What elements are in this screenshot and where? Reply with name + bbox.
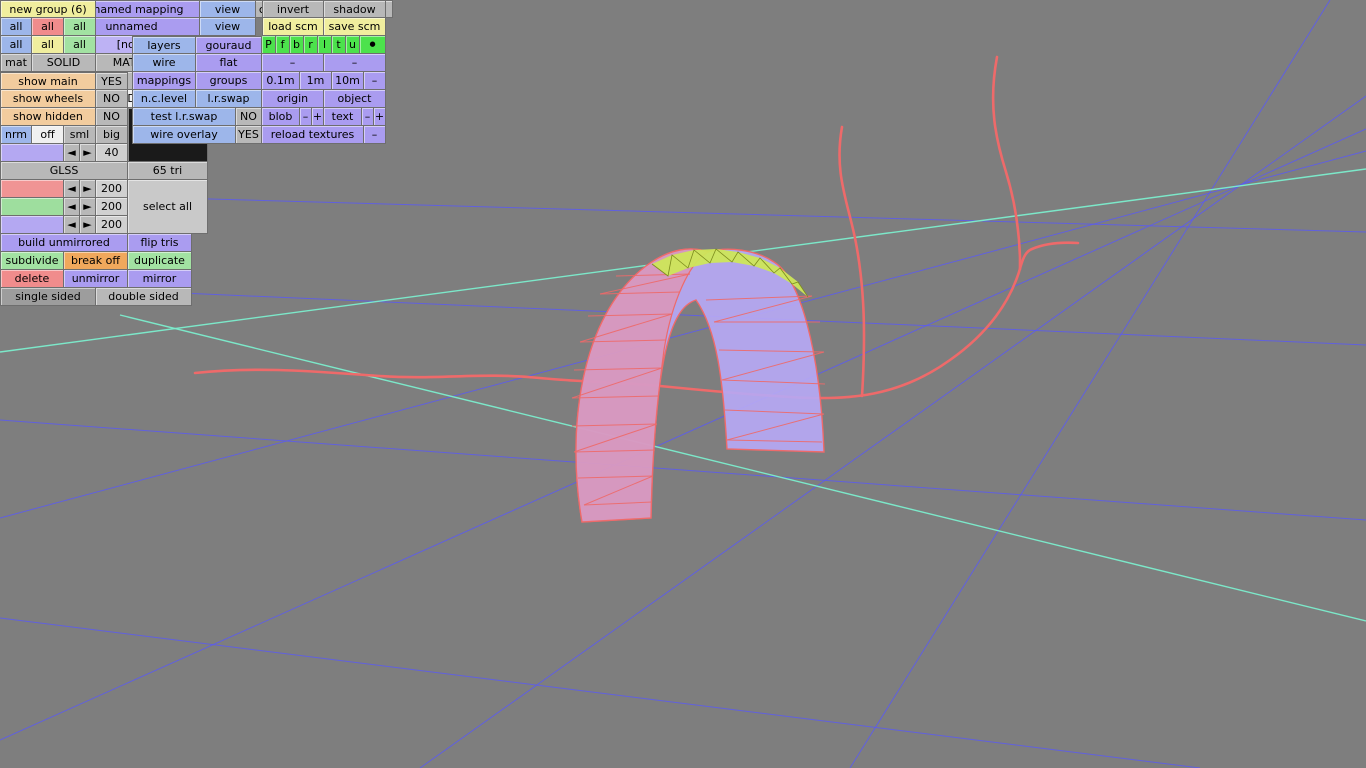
test-lr-swap-button[interactable]: test l.r.swap [132, 108, 236, 126]
nc-level-button[interactable]: n.c.level [132, 90, 196, 108]
view-p[interactable]: P [262, 36, 276, 54]
indicator-dot[interactable]: ● [360, 36, 386, 54]
material-tri-count: 65 tri [128, 162, 208, 180]
swatch-blue-channel[interactable] [0, 216, 64, 234]
grid-dash[interactable]: – [364, 72, 386, 90]
show-hidden-value[interactable]: NO [96, 108, 128, 126]
break-off-button[interactable]: break off [64, 252, 128, 270]
view-b[interactable]: b [290, 36, 304, 54]
view-f[interactable]: f [276, 36, 290, 54]
spline-vertical-right [991, 55, 1022, 271]
unmirror-button[interactable]: unmirror [64, 270, 128, 288]
view-l[interactable]: l [318, 36, 332, 54]
material-name-glss[interactable]: GLSS [0, 162, 128, 180]
blob-minus[interactable]: – [300, 108, 312, 126]
show-main-value[interactable]: YES [96, 72, 128, 90]
show-wheels-value[interactable]: NO [96, 90, 128, 108]
blob-plus[interactable]: + [312, 108, 324, 126]
grid-0-1m[interactable]: 0.1m [262, 72, 300, 90]
double-sided-button[interactable]: double sided [96, 288, 192, 306]
inc-arrow-button[interactable]: ► [80, 144, 96, 162]
nrm-off[interactable]: off [32, 126, 64, 144]
dec-arrow-button[interactable]: ◄ [64, 144, 80, 162]
object-button[interactable]: object [324, 90, 386, 108]
mirror-button[interactable]: mirror [128, 270, 192, 288]
grid-1m[interactable]: 1m [300, 72, 332, 90]
show-main-button[interactable]: show main [0, 72, 96, 90]
blank-cell [0, 18, 262, 36]
r-value: 200 [96, 180, 128, 198]
duplicate-button[interactable]: duplicate [128, 252, 192, 270]
inc-arrow-button[interactable]: ► [80, 198, 96, 216]
view-t[interactable]: t [332, 36, 346, 54]
dash-button-2[interactable]: – [324, 54, 386, 72]
dec-arrow-button[interactable]: ◄ [64, 216, 80, 234]
text-plus[interactable]: + [374, 108, 386, 126]
blob-button[interactable]: blob [262, 108, 300, 126]
dash-button-1[interactable]: – [262, 54, 324, 72]
reload-dash[interactable]: – [364, 126, 386, 144]
layers-button[interactable]: layers [132, 36, 196, 54]
nrm-label[interactable]: nrm [0, 126, 32, 144]
origin-button[interactable]: origin [262, 90, 324, 108]
blank-cell [0, 36, 132, 54]
b-value: 40 [96, 144, 128, 162]
dec-arrow-button[interactable]: ◄ [64, 198, 80, 216]
swatch-green-channel[interactable] [0, 198, 64, 216]
wire-overlay-value[interactable]: YES [236, 126, 262, 144]
text-minus[interactable]: – [362, 108, 374, 126]
load-scm-button[interactable]: load scm [262, 18, 324, 36]
inc-arrow-button[interactable]: ► [80, 216, 96, 234]
view-r[interactable]: r [304, 36, 318, 54]
wire-button[interactable]: wire [132, 54, 196, 72]
wire-overlay-button[interactable]: wire overlay [132, 126, 236, 144]
gouraud-button[interactable]: gouraud [196, 36, 262, 54]
view-options-panel: invert shadow load scm save scm layers gourau… [0, 0, 386, 144]
subdivide-button[interactable]: subdivide [0, 252, 64, 270]
build-unmirrored-button[interactable]: build unmirrored [0, 234, 128, 252]
show-wheels-button[interactable]: show wheels [0, 90, 96, 108]
flip-tris-button[interactable]: flip tris [128, 234, 192, 252]
test-lr-swap-value[interactable]: NO [236, 108, 262, 126]
dec-arrow-button[interactable]: ◄ [64, 180, 80, 198]
nrm-sml[interactable]: sml [64, 126, 96, 144]
shadow-button[interactable]: shadow [324, 0, 386, 18]
flat-button[interactable]: flat [196, 54, 262, 72]
single-sided-button[interactable]: single sided [0, 288, 96, 306]
save-scm-button[interactable]: save scm [324, 18, 386, 36]
reload-textures-button[interactable]: reload textures [262, 126, 364, 144]
delete-button[interactable]: delete [0, 270, 64, 288]
mappings-button[interactable]: mappings [132, 72, 196, 90]
blank-cell [0, 0, 262, 18]
swatch-blue-channel[interactable] [0, 144, 64, 162]
inc-arrow-button[interactable]: ► [80, 180, 96, 198]
show-hidden-button[interactable]: show hidden [0, 108, 96, 126]
swatch-red-channel[interactable] [0, 180, 64, 198]
groups-button[interactable]: groups [196, 72, 262, 90]
g-value: 200 [96, 198, 128, 216]
invert-view-button[interactable]: invert [262, 0, 324, 18]
b-value: 200 [96, 216, 128, 234]
nrm-big[interactable]: big [96, 126, 128, 144]
view-u[interactable]: u [346, 36, 360, 54]
select-all-glss[interactable]: select all [128, 180, 208, 234]
blank-cell [0, 54, 132, 72]
text-button[interactable]: text [324, 108, 362, 126]
lr-swap-button[interactable]: l.r.swap [196, 90, 262, 108]
grid-10m[interactable]: 10m [332, 72, 364, 90]
model-arch [571, 248, 826, 523]
